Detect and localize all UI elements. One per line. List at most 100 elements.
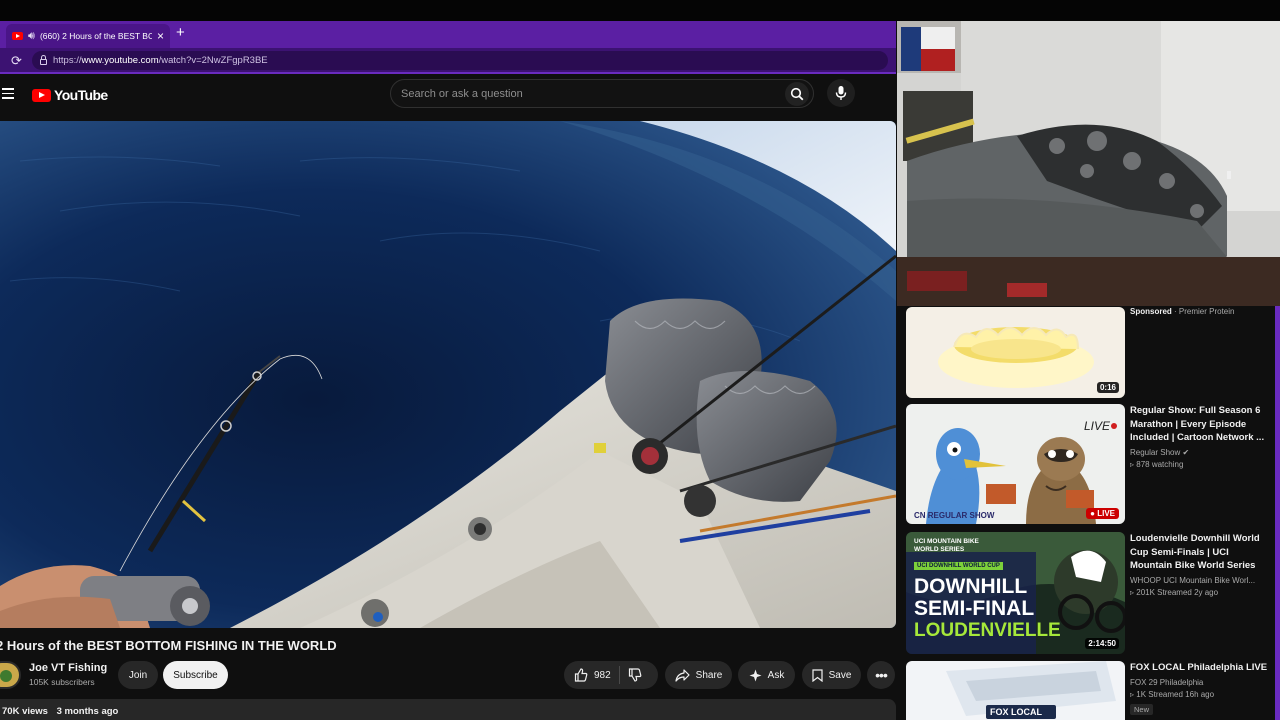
channel-name[interactable]: Regular Show ✔︎ <box>1130 448 1268 457</box>
thumbs-down-icon <box>628 668 642 682</box>
video-stats: ▹ 1K Streamed 16h ago <box>1130 689 1215 699</box>
ad-thumbnail[interactable]: 0:16 <box>906 307 1125 398</box>
video-title[interactable]: FOX LOCAL Philadelphia LIVE <box>1130 661 1268 675</box>
save-label: Save <box>828 669 852 681</box>
menu-icon[interactable] <box>2 88 14 99</box>
sponsored-label: Sponsored <box>1130 307 1172 316</box>
search-button[interactable] <box>785 82 809 106</box>
sponsored-ad[interactable]: 0:16 Sponsored · Premier Protein <box>906 307 1270 399</box>
verified-icon: ✔︎ <box>1182 447 1190 457</box>
microphone-icon <box>835 86 847 100</box>
subscriber-count: 105K subscribers <box>29 677 95 687</box>
more-actions-button[interactable]: ••• <box>867 661 895 689</box>
more-icon: ••• <box>875 667 888 683</box>
join-label: Join <box>128 669 148 681</box>
live-badge: ● LIVE <box>1086 508 1119 519</box>
recommendations-sidebar: 0:16 Sponsored · Premier Protein LIVE CN… <box>896 306 1280 720</box>
like-button[interactable]: 982 <box>574 668 611 682</box>
channel-avatar[interactable] <box>0 661 21 689</box>
video-meta: Loudenvielle Downhill World Cup Semi-Fin… <box>1130 532 1268 597</box>
new-tab-button[interactable]: + <box>176 24 185 42</box>
dislike-button[interactable] <box>628 668 642 682</box>
window-border <box>1275 306 1280 720</box>
browser-tab[interactable]: 🔊︎ (660) 2 Hours of the BEST BOTTOM FISH… <box>6 24 170 48</box>
video-meta: Regular Show: Full Season 6 Marathon | E… <box>1130 404 1268 469</box>
thumbnail-overlay-text: UCI MOUNTAIN BIKE WORLD SERIES UCI DOWNH… <box>914 538 1114 641</box>
sparkle-icon <box>749 669 762 681</box>
webcam-image <box>897 21 1280 306</box>
top-black-bar <box>0 0 1280 21</box>
view-count: 70K views <box>2 706 48 717</box>
view-info: 70K views 3 months ago <box>2 706 124 717</box>
like-count: 982 <box>594 669 611 681</box>
sponsored-line: Sponsored · Premier Protein <box>1130 307 1235 316</box>
svg-text:LIVE: LIVE <box>1084 419 1111 433</box>
lock-icon[interactable] <box>40 55 47 65</box>
like-separator <box>618 666 620 684</box>
join-button[interactable]: Join <box>118 661 158 689</box>
thumb-word-3: LOUDENVIELLE <box>914 620 1061 641</box>
youtube-favicon-icon <box>12 32 23 40</box>
youtube-logo[interactable]: YouTube <box>32 87 108 103</box>
video-thumbnail-image: LIVE CN REGULAR SHOW <box>906 404 1125 524</box>
like-dislike-group: 982 <box>564 661 658 689</box>
video-meta: FOX LOCAL Philadelphia LIVE FOX 29 Phila… <box>1130 661 1268 717</box>
subscribe-button[interactable]: Subscribe <box>163 661 228 689</box>
video-stats: ▹ 201K Streamed 2y ago <box>1130 587 1219 597</box>
ask-button[interactable]: Ask <box>738 661 795 689</box>
ask-label: Ask <box>767 669 785 681</box>
advertiser-name[interactable]: Premier Protein <box>1179 307 1235 316</box>
share-label: Share <box>695 669 723 681</box>
address-bar-row: ⟳ https://www.youtube.com/watch?v=2NwZFg… <box>0 48 896 74</box>
cup-label: UCI DOWNHILL WORLD CUP <box>914 562 1003 570</box>
channel-name[interactable]: WHOOP UCI Mountain Bike Worl... <box>1130 576 1268 585</box>
video-player[interactable] <box>0 121 896 628</box>
video-frame[interactable] <box>0 121 896 628</box>
subscribe-label: Subscribe <box>173 669 218 681</box>
browser-tab-strip: 🔊︎ (660) 2 Hours of the BEST BOTTOM FISH… <box>0 21 896 48</box>
youtube-header: YouTube Search or ask a question <box>0 76 896 120</box>
tab-close-icon[interactable]: × <box>157 29 164 43</box>
recommended-video[interactable]: FOX LOCAL FOX LOCAL Philadelphia LIVE FO… <box>906 661 1270 720</box>
reload-icon[interactable]: ⟳ <box>11 53 22 68</box>
ad-meta: Sponsored · Premier Protein <box>1130 307 1268 316</box>
share-icon <box>675 668 690 682</box>
video-duration: 0:16 <box>1096 382 1119 393</box>
voice-search-button[interactable] <box>827 79 855 107</box>
youtube-play-icon <box>32 88 51 102</box>
thumb-word-2: SEMI-FINAL <box>914 597 1035 620</box>
recommended-video[interactable]: UCI MOUNTAIN BIKE WORLD SERIES UCI DOWNH… <box>906 532 1270 654</box>
channel-name[interactable]: FOX 29 Philadelphia <box>1130 678 1268 687</box>
video-duration: 2:14:50 <box>1085 638 1119 649</box>
recommended-video[interactable]: LIVE CN REGULAR SHOW ● LIVE Regular Show… <box>906 404 1270 524</box>
video-title: 2 Hours of the BEST BOTTOM FISHING IN TH… <box>0 638 337 653</box>
video-thumbnail[interactable]: UCI MOUNTAIN BIKE WORLD SERIES UCI DOWNH… <box>906 532 1125 654</box>
publish-date: 3 months ago <box>56 706 119 717</box>
screen: 🔊︎ (660) 2 Hours of the BEST BOTTOM FISH… <box>0 0 1280 720</box>
webcam-overlay <box>897 21 1280 306</box>
video-stats: ▹ 878 watching <box>1130 459 1184 469</box>
save-button[interactable]: Save <box>802 661 861 689</box>
share-button[interactable]: Share <box>665 661 732 689</box>
search-box[interactable]: Search or ask a question <box>390 79 814 108</box>
bookmark-icon <box>811 668 823 682</box>
url-text[interactable]: https://www.youtube.com/watch?v=2NwZFgpR… <box>53 55 268 66</box>
description-box[interactable] <box>0 699 896 720</box>
thumb-word-1: DOWNHILL <box>914 575 1028 598</box>
video-thumbnail[interactable]: FOX LOCAL <box>906 661 1125 720</box>
video-thumbnail[interactable]: LIVE CN REGULAR SHOW ● LIVE <box>906 404 1125 524</box>
search-icon <box>790 87 804 101</box>
thumbnail-logo-text: FOX LOCAL <box>990 707 1042 717</box>
new-badge: New <box>1130 703 1154 715</box>
speaker-icon[interactable]: 🔊︎ <box>28 30 35 42</box>
video-title[interactable]: Loudenvielle Downhill World Cup Semi-Fin… <box>1130 532 1268 573</box>
channel-name[interactable]: Joe VT Fishing <box>29 662 107 674</box>
tab-title: (660) 2 Hours of the BEST BOTTOM FISHING… <box>39 31 152 41</box>
video-title[interactable]: Regular Show: Full Season 6 Marathon | E… <box>1130 404 1268 445</box>
address-bar[interactable]: https://www.youtube.com/watch?v=2NwZFgpR… <box>32 51 888 70</box>
thumbs-up-icon <box>574 668 588 682</box>
search-input[interactable]: Search or ask a question <box>401 88 523 100</box>
series-label: UCI MOUNTAIN BIKE WORLD SERIES <box>914 538 979 553</box>
ad-thumbnail-image <box>906 307 1125 398</box>
youtube-wordmark: YouTube <box>54 87 108 103</box>
